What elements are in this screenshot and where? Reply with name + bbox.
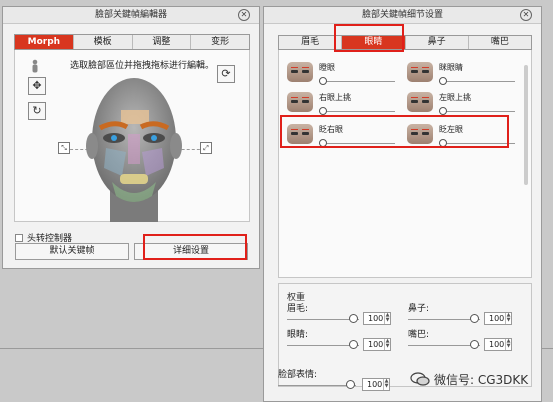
face-viewport[interactable]: 选取臉部區位并拖拽拖标进行編輯。 ⟳ ✥ ↻ ⤡ ⤢ xyxy=(14,50,250,222)
weight-row-mouth: 嘴巴: 100 ▲ ▼ xyxy=(408,330,522,353)
slider-handle[interactable] xyxy=(470,314,479,323)
window-title: 臉部关鍵幀细节设置 xyxy=(361,10,443,20)
default-keyframe-button[interactable]: 默认关键帧 xyxy=(15,243,129,260)
weight-row-eyebrows: 眉毛: 100 ▲ ▼ xyxy=(287,304,401,327)
editor-tabs: Morph 模板 调整 变形 xyxy=(14,34,250,50)
rotate-icon[interactable]: ↻ xyxy=(28,102,46,120)
slider-track[interactable] xyxy=(439,81,515,82)
window-title: 臉部关鍵幀編輯器 xyxy=(94,10,167,20)
face-thumbnail xyxy=(407,92,433,112)
face-thumbnail xyxy=(287,62,313,82)
close-icon[interactable]: ✕ xyxy=(238,9,250,21)
close-icon[interactable]: ✕ xyxy=(520,9,532,21)
weight-label: 鼻子: xyxy=(408,304,430,314)
weight-row-eyes: 眼睛: 100 ▲ ▼ xyxy=(287,330,401,353)
face-thumbnail xyxy=(287,92,313,112)
zoom-right-icon[interactable]: ⤢ xyxy=(200,142,212,154)
slider-handle[interactable] xyxy=(346,380,355,389)
slider-handle[interactable] xyxy=(439,107,447,115)
spinner-arrows-icon[interactable]: ▲ ▼ xyxy=(384,313,390,324)
weight-label: 眉毛: xyxy=(287,304,309,314)
slider-handle[interactable] xyxy=(439,77,447,85)
tab-mouth[interactable]: 嘴巴 xyxy=(468,36,531,49)
slider-track[interactable] xyxy=(319,81,395,82)
watermark: 微信号: CG3DKK xyxy=(410,368,550,390)
spinner-arrows-icon[interactable]: ▲ ▼ xyxy=(383,379,389,390)
value-spinner[interactable]: 100 ▲ ▼ xyxy=(363,312,391,325)
figure-icon xyxy=(32,59,38,73)
tab-eyebrows[interactable]: 眉毛 xyxy=(279,36,343,49)
wechat-icon xyxy=(410,372,430,386)
weight-label: 脸部表情: xyxy=(278,370,318,380)
morph-label: 眯眼睛 xyxy=(439,63,463,72)
window-title-bar[interactable]: 臉部关鍵幀編輯器 ✕ xyxy=(3,7,259,24)
weight-label: 嘴巴: xyxy=(408,330,430,340)
face-detail-window: 臉部关鍵幀细节设置 ✕ 眉毛 眼睛 鼻子 嘴巴 瞪眼 眯眼睛 右眼上挑 左眼上挑… xyxy=(263,6,542,402)
slider-track[interactable] xyxy=(319,111,395,112)
instruction-text: 选取臉部區位并拖拽拖标进行編輯。 xyxy=(70,61,215,71)
slider-handle[interactable] xyxy=(470,340,479,349)
tab-morph[interactable]: Morph xyxy=(15,35,74,49)
slider-handle[interactable] xyxy=(319,77,327,85)
weight-label: 眼睛: xyxy=(287,330,309,340)
window-title-bar[interactable]: 臉部关鍵幀细节设置 ✕ xyxy=(264,7,541,24)
weight-row-expression: 脸部表情: 100 ▲ ▼ xyxy=(278,370,398,393)
tab-template[interactable]: 模板 xyxy=(73,35,133,49)
weight-row-nose: 鼻子: 100 ▲ ▼ xyxy=(408,304,522,327)
spinner-arrows-icon[interactable]: ▲ ▼ xyxy=(505,313,511,324)
move-icon[interactable]: ✥ xyxy=(28,77,46,95)
scrollbar[interactable] xyxy=(524,65,528,185)
face-key-editor-window: 臉部关鍵幀編輯器 ✕ Morph 模板 调整 变形 选取臉部區位并拖拽拖标进行編… xyxy=(2,6,260,269)
morph-list: 瞪眼 眯眼睛 右眼上挑 左眼上挑 眨右眼 眨左眼 xyxy=(278,50,532,278)
checkbox[interactable] xyxy=(15,233,23,242)
head-model xyxy=(86,78,182,222)
watermark-text: 微信号: CG3DKK xyxy=(434,372,529,387)
slider-handle[interactable] xyxy=(319,107,327,115)
tab-adjust[interactable]: 调整 xyxy=(132,35,192,49)
highlight-box xyxy=(334,24,404,52)
highlight-box xyxy=(280,115,509,148)
slider-handle[interactable] xyxy=(349,340,358,349)
slider-track[interactable] xyxy=(278,385,356,386)
tab-deform[interactable]: 变形 xyxy=(191,35,249,49)
value-spinner[interactable]: 100 ▲ ▼ xyxy=(362,378,390,391)
tab-nose[interactable]: 鼻子 xyxy=(405,36,469,49)
spinner-arrows-icon[interactable]: ▲ ▼ xyxy=(505,339,511,350)
morph-label: 瞪眼 xyxy=(319,63,335,72)
value-spinner[interactable]: 100 ▲ ▼ xyxy=(484,312,512,325)
value-spinner[interactable]: 100 ▲ ▼ xyxy=(363,338,391,351)
highlight-box xyxy=(143,234,247,260)
zoom-left-icon[interactable]: ⤡ xyxy=(58,142,70,154)
value-spinner[interactable]: 100 ▲ ▼ xyxy=(484,338,512,351)
reset-icon[interactable]: ⟳ xyxy=(217,65,235,83)
slider-handle[interactable] xyxy=(349,314,358,323)
morph-label: 右眼上挑 xyxy=(319,93,351,102)
morph-label: 左眼上挑 xyxy=(439,93,471,102)
face-thumbnail xyxy=(407,62,433,82)
slider-track[interactable] xyxy=(439,111,515,112)
feature-tabs: 眉毛 眼睛 鼻子 嘴巴 xyxy=(278,35,532,50)
spinner-arrows-icon[interactable]: ▲ ▼ xyxy=(384,339,390,350)
